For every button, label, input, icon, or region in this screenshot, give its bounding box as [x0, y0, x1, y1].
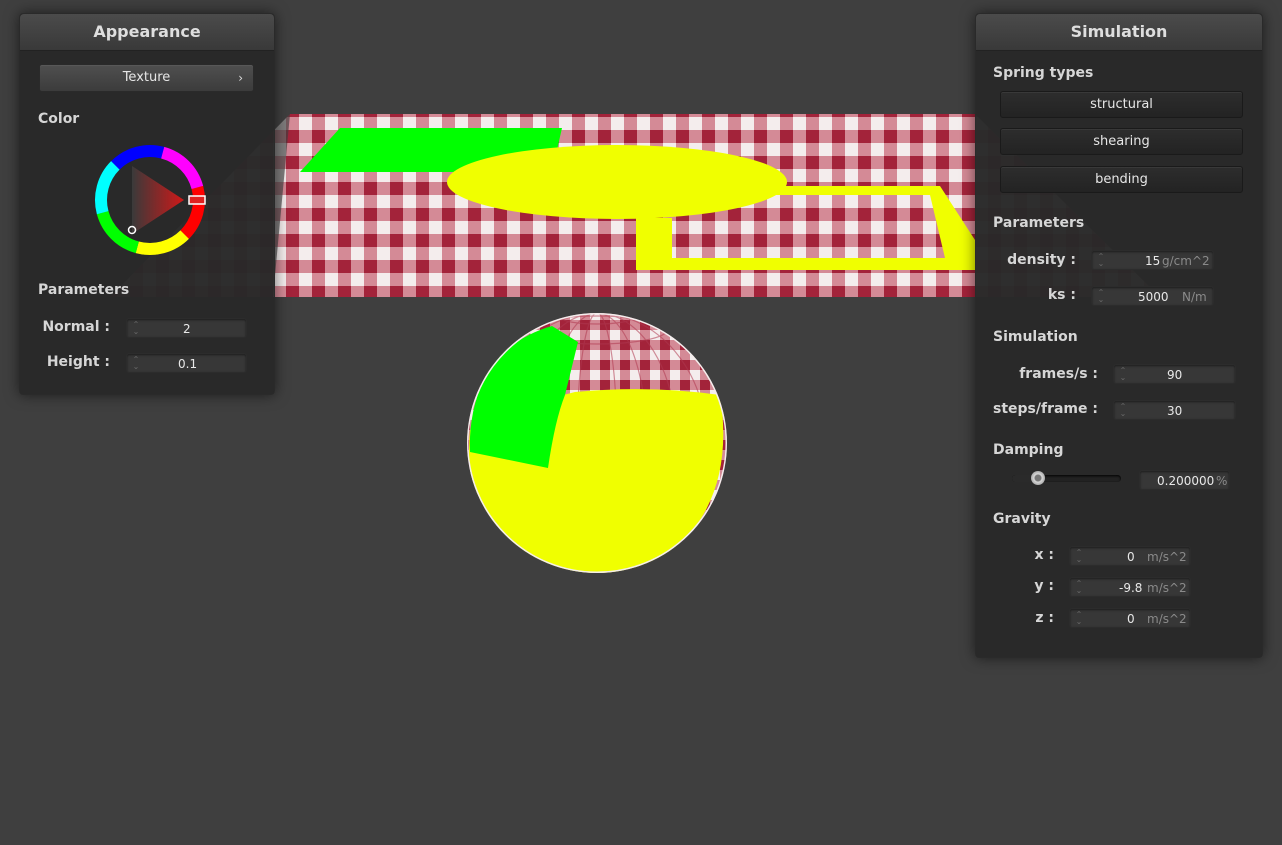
spinner-icon[interactable]: ⌃ ⌄	[1075, 611, 1083, 626]
texture-button[interactable]: Texture ›	[39, 64, 254, 92]
steps-label: steps/frame :	[993, 401, 1098, 417]
damping-value: 0.200000	[1157, 474, 1215, 488]
bending-button[interactable]: bending	[1000, 166, 1243, 193]
damping-label: Damping	[993, 442, 1064, 458]
sim-params-label: Parameters	[993, 215, 1085, 231]
steps-value: 30	[1167, 404, 1183, 418]
spinner-icon[interactable]: ⌃ ⌄	[132, 356, 140, 371]
gravity-x-unit: m/s^2	[1147, 550, 1187, 564]
gravity-z-unit: m/s^2	[1147, 612, 1187, 626]
chevron-right-icon: ›	[238, 71, 243, 85]
spinner-icon[interactable]: ⌃ ⌄	[1119, 367, 1127, 382]
gravity-y-unit: m/s^2	[1147, 581, 1187, 595]
gravity-y-input[interactable]: ⌃ ⌄ -9.8 m/s^2	[1069, 577, 1191, 597]
gravity-x-value: 0	[1127, 550, 1135, 564]
fps-label: frames/s :	[1019, 366, 1098, 382]
appearance-panel: Appearance Texture › Color Parameters No…	[19, 13, 275, 395]
steps-input[interactable]: ⌃ ⌄ 30	[1113, 400, 1236, 420]
texture-button-label: Texture	[122, 70, 171, 85]
simulation-section-label: Simulation	[993, 329, 1078, 345]
hue-handle[interactable]	[188, 195, 206, 205]
ks-input[interactable]: ⌃ ⌄ 5000 N/m	[1091, 286, 1214, 306]
saturation-triangle[interactable]	[132, 166, 184, 234]
spinner-icon[interactable]: ⌃ ⌄	[1119, 403, 1127, 418]
damping-slider[interactable]	[1012, 471, 1121, 485]
spring-types-label: Spring types	[993, 65, 1094, 81]
damping-slider-thumb[interactable]	[1031, 471, 1045, 485]
gravity-label: Gravity	[993, 511, 1051, 527]
damping-unit: %	[1216, 474, 1228, 488]
fps-value: 90	[1167, 368, 1183, 382]
ks-label: ks :	[1047, 287, 1076, 303]
density-input[interactable]: ⌃ ⌄ 15 g/cm^2	[1091, 250, 1214, 270]
gravity-y-value: -9.8	[1119, 581, 1143, 595]
gravity-y-label: y :	[1034, 578, 1054, 594]
damping-input[interactable]: 0.200000 %	[1139, 470, 1230, 490]
ks-value: 5000	[1138, 290, 1169, 304]
structural-button[interactable]: structural	[1000, 91, 1243, 118]
spinner-icon[interactable]: ⌃ ⌄	[1097, 253, 1105, 268]
gravity-z-input[interactable]: ⌃ ⌄ 0 m/s^2	[1069, 608, 1191, 628]
simulation-panel-title[interactable]: Simulation	[976, 14, 1262, 51]
shearing-button[interactable]: shearing	[1000, 128, 1243, 155]
spinner-icon[interactable]: ⌃ ⌄	[1097, 289, 1105, 304]
normal-value: 2	[183, 322, 191, 336]
height-value: 0.1	[178, 357, 198, 371]
spinner-icon[interactable]: ⌃ ⌄	[1075, 580, 1083, 595]
normal-input[interactable]: ⌃ ⌄ 2	[126, 318, 247, 338]
ks-unit: N/m	[1182, 290, 1207, 304]
height-label: Height :	[46, 354, 110, 370]
density-value: 15	[1145, 254, 1161, 268]
normal-label: Normal :	[42, 319, 110, 335]
color-wheel[interactable]	[92, 142, 208, 258]
density-label: density :	[1007, 252, 1076, 268]
gravity-x-label: x :	[1034, 547, 1054, 563]
gravity-z-value: 0	[1127, 612, 1135, 626]
appearance-params-label: Parameters	[38, 282, 130, 298]
color-label: Color	[38, 111, 80, 127]
simulation-panel: Simulation Spring types structural shear…	[975, 13, 1263, 658]
cloth-yellow-region	[447, 145, 787, 219]
height-input[interactable]: ⌃ ⌄ 0.1	[126, 353, 247, 373]
density-unit: g/cm^2	[1162, 254, 1210, 268]
spinner-icon[interactable]: ⌃ ⌄	[1075, 549, 1083, 564]
gravity-z-label: z :	[1035, 610, 1054, 626]
spinner-icon[interactable]: ⌃ ⌄	[132, 321, 140, 336]
fps-input[interactable]: ⌃ ⌄ 90	[1113, 364, 1236, 384]
gravity-x-input[interactable]: ⌃ ⌄ 0 m/s^2	[1069, 546, 1191, 566]
appearance-panel-title[interactable]: Appearance	[20, 14, 274, 51]
collision-sphere	[467, 313, 727, 573]
